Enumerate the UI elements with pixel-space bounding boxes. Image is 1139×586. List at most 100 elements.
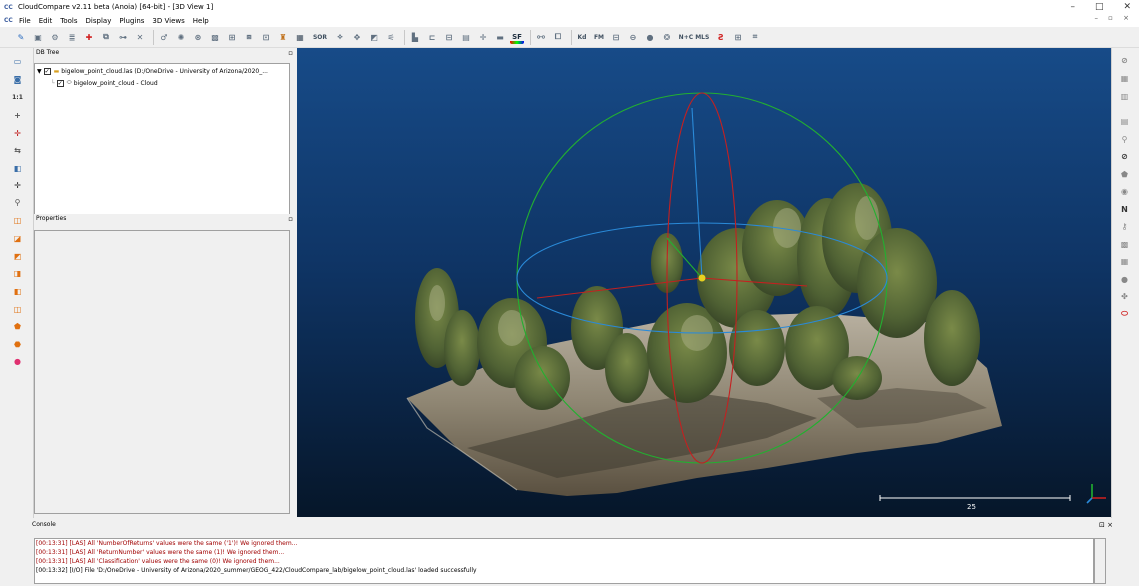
subsample-icon[interactable]: ⊞ [225,30,239,44]
perspective-icon[interactable]: ◧ [11,162,24,175]
tree-item-cloud[interactable]: └ ✓ ⬭ bigelow_point_cloud - Cloud [51,79,158,87]
delete-icon[interactable]: ✕ [133,30,147,44]
add-point-icon[interactable]: ✚ [82,30,96,44]
crop-icon[interactable]: ▦ [293,30,307,44]
pencil-icon[interactable]: ✎ [14,30,28,44]
pivot-icon[interactable]: + [11,109,24,122]
iso-back-icon[interactable]: ⬣ [11,338,24,351]
add-sf-icon[interactable]: ⊟ [442,30,456,44]
cloud-checkbox[interactable]: ✓ [56,79,64,87]
save-icon[interactable]: ▣ [31,30,45,44]
window-controls: – □ ✕ [1070,0,1131,14]
expand-arrow-icon[interactable]: ▼ [37,68,42,75]
disk-icon[interactable]: ⊟ [609,30,623,44]
segment-icon[interactable]: ⊶ [116,30,130,44]
cloud-compare-icon[interactable]: ⧠ [551,30,565,44]
view-front-icon[interactable]: ◪ [11,232,24,245]
minimize-button[interactable]: – [1070,0,1075,14]
stop-icon[interactable]: ⊘ [1118,54,1131,67]
film-icon[interactable]: ▤ [1118,115,1131,128]
sf-brush-icon[interactable]: ♜ [276,30,290,44]
list-icon[interactable]: ≣ [65,30,79,44]
dock-icon[interactable]: ▫ [288,48,293,58]
fit-icon[interactable]: ⊛ [191,30,205,44]
camera-icon[interactable]: ◙ [11,73,24,86]
histogram-icon[interactable]: ⚟ [384,30,398,44]
settings-icon[interactable]: ⚙ [48,30,62,44]
sphere-icon[interactable]: ◉ [1118,185,1131,198]
octree-icon[interactable]: ⊞ [731,30,745,44]
merge-icon[interactable]: ⧉ [99,30,113,44]
remove-sf-icon[interactable]: ▤ [459,30,473,44]
mesh-icon[interactable]: ▦ [1118,255,1131,268]
view-right-icon[interactable]: ◧ [11,285,24,298]
ncmls-icon[interactable]: N+C MLS [677,30,711,44]
zoom-icon[interactable]: ⚲ [11,196,24,209]
hole-icon[interactable]: ⊖ [626,30,640,44]
north-arrow-icon[interactable]: N [1118,203,1131,216]
sor-icon[interactable]: SOR [310,30,330,44]
transform-icon[interactable]: ⌗ [748,30,762,44]
bbox-icon[interactable]: ⧈ [242,30,256,44]
iso-front-icon[interactable]: ⬟ [11,320,24,333]
menu-plugins[interactable]: Plugins [119,17,144,25]
lights-icon[interactable]: ● [11,355,24,368]
sf-label-icon[interactable]: SF [510,30,524,44]
ransac-icon[interactable]: ❂ [660,30,674,44]
menu-display[interactable]: Display [86,17,112,25]
monitor-icon[interactable]: ▭ [11,55,24,68]
app-icon: CC [4,3,13,11]
file-checkbox[interactable]: ✓ [43,68,51,75]
key-icon[interactable]: ⚷ [1118,220,1131,233]
gradient-icon[interactable]: ▙ [408,30,422,44]
zoom-1to1-icon[interactable]: 1:1 [11,91,24,104]
m3c2-icon[interactable]: Ƨ [714,30,728,44]
grid-icon[interactable]: ▩ [1118,238,1131,251]
compass-icon[interactable]: ⟡ [333,30,347,44]
log-line: [00:13:31] [LAS] All 'NumberOfReturns' v… [36,540,298,547]
view-top-icon[interactable]: ◫ [11,214,24,227]
shield-icon[interactable]: ⬟ [1118,168,1131,181]
console-controls[interactable]: ⊡ × [1099,519,1113,531]
rotate-icon[interactable]: ⇆ [11,144,24,157]
kd-icon[interactable]: Kd [575,30,589,44]
compass-icon[interactable]: ⊘ [1118,150,1131,163]
view-bottom-icon[interactable]: ◫ [11,303,24,316]
view-back-icon[interactable]: ◨ [11,267,24,280]
fan-icon[interactable]: ✤ [1118,290,1131,303]
compare-icon[interactable]: ⧟ [534,30,548,44]
sf-color-icon[interactable]: ✛ [476,30,490,44]
menu-3d-views[interactable]: 3D Views [152,17,184,25]
menu-tools[interactable]: Tools [60,17,77,25]
sample-icon[interactable]: ✺ [174,30,188,44]
sf-gradient-icon[interactable]: ▬ [493,30,507,44]
dock-icon[interactable]: ▫ [288,214,293,224]
filter-icon[interactable]: ⊏ [425,30,439,44]
tree-item-file[interactable]: ▼ ✓ ▬ bigelow_point_cloud.las (D:/OneDri… [37,68,268,75]
scalar-icon[interactable]: ▩ [208,30,222,44]
menu-edit[interactable]: Edit [39,17,53,25]
maximize-button[interactable]: □ [1095,0,1104,14]
log-line: [00:13:31] [LAS] All 'Classification' va… [36,558,280,565]
move-icon[interactable]: ✛ [11,179,24,192]
console-scrollbar[interactable] [1094,538,1106,584]
3d-view[interactable]: 25 [297,48,1111,517]
sphere-icon[interactable]: ● [643,30,657,44]
brush-icon[interactable]: ⚲ [1118,133,1131,146]
menu-help[interactable]: Help [193,17,209,25]
menu-bar: CC File Edit Tools Display Plugins 3D Vi… [0,14,1139,27]
depth-map-icon[interactable]: ▥ [1118,90,1131,103]
render-mode-icon[interactable]: ▦ [1118,72,1131,85]
plane-icon[interactable]: ✥ [350,30,364,44]
cc-icon[interactable]: ⊡ [259,30,273,44]
auto-pivot-icon[interactable]: ✛ [11,127,24,140]
close-button[interactable]: ✕ [1123,0,1131,14]
point-icon[interactable]: ● [1118,273,1131,286]
mdi-controls[interactable]: – ▫ × [1094,14,1133,22]
expand-icon[interactable]: ◩ [367,30,381,44]
fm-icon[interactable]: FM [592,30,606,44]
view-left-icon[interactable]: ◩ [11,250,24,263]
ellipse-icon[interactable]: ⬭ [1118,307,1131,320]
menu-file[interactable]: File [19,17,31,25]
normal-icon[interactable]: ♂ [157,30,171,44]
